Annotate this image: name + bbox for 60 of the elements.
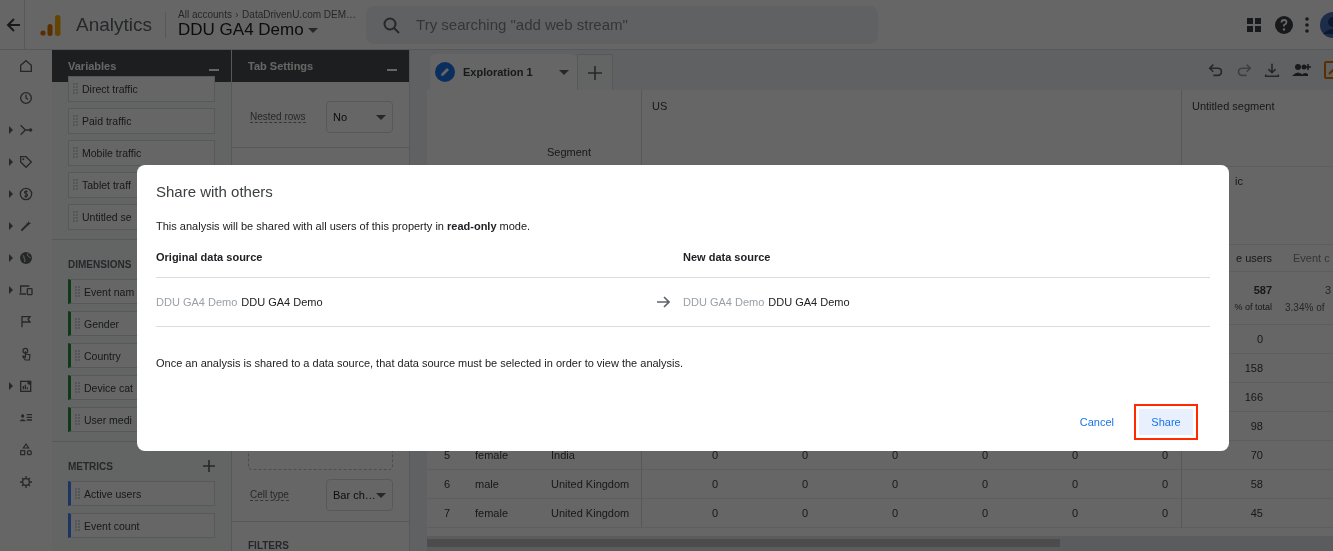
table-cell: 158 (1244, 362, 1263, 374)
table-cell: 0 (801, 507, 808, 519)
table-cell: 0 (1071, 507, 1078, 519)
column-header: ic (1235, 175, 1243, 187)
panel-title: Variables (68, 60, 117, 72)
row-number: 5 (443, 449, 451, 461)
row-number: 7 (443, 507, 451, 519)
source-account: DDU GA4 Demo (156, 296, 238, 308)
table-cell: 0 (981, 478, 988, 490)
section-title: FILTERS (248, 540, 289, 551)
table-cell: 98 (1250, 420, 1263, 432)
table-cell: 0 (801, 478, 808, 490)
table-cell: female (475, 449, 509, 461)
source-property: DDU GA4 Demo (768, 296, 850, 308)
field-label: Nested rows (250, 111, 306, 124)
table-cell: 70 (1250, 449, 1263, 461)
segment-header: Untitled segment (1192, 100, 1275, 112)
source-account: DDU GA4 Demo (683, 296, 765, 308)
total-share: % of total (1234, 302, 1272, 312)
table-cell: female (475, 507, 509, 519)
column-header: Segment (546, 146, 591, 158)
total-value: 3 (1325, 283, 1332, 296)
table-cell: 0 (891, 478, 898, 490)
section-title: DIMENSIONS (68, 258, 132, 270)
table-cell: 58 (1250, 478, 1263, 490)
table-cell: United Kingdom (551, 478, 630, 490)
table-cell: 0 (891, 507, 898, 519)
table-cell: 0 (981, 507, 988, 519)
source-property: DDU GA4 Demo (241, 296, 323, 308)
table-cell: 0 (1256, 333, 1263, 345)
segment-header: US (652, 100, 668, 112)
table-cell: male (475, 478, 499, 490)
product-name: Analytics (76, 13, 153, 36)
table-cell: 0 (711, 449, 718, 461)
table-cell: 45 (1250, 507, 1263, 519)
table-cell: 0 (801, 449, 808, 461)
table-cell: 0 (891, 449, 898, 461)
table-cell: 0 (1161, 478, 1168, 490)
panel-title: Tab Settings (248, 60, 314, 72)
table-cell: 0 (711, 507, 718, 519)
row-number: 6 (443, 478, 451, 490)
total-share: 3.34% of (1285, 301, 1325, 313)
column-header: e users (1236, 252, 1273, 264)
table-cell: 0 (1071, 449, 1078, 461)
section-title: METRICS (68, 460, 113, 472)
dialog-message: This analysis will be shared with all users of this property in read-only mode. (156, 220, 532, 232)
dialog-note: Once an analysis is shared to a data source, that data source must be selected in order to view the analysis. (156, 357, 685, 369)
table-cell: 0 (1071, 478, 1078, 490)
table-cell: India (551, 449, 575, 461)
field-label: Cell type (250, 489, 289, 502)
table-cell: 166 (1244, 391, 1263, 403)
table-cell: United Kingdom (551, 507, 630, 519)
dialog-title: Share with others (156, 183, 274, 200)
table-cell: 0 (711, 478, 718, 490)
column-header: New data source (683, 251, 772, 263)
column-header: Original data source (156, 251, 264, 263)
table-cell: 0 (1161, 507, 1168, 519)
table-cell: 0 (1161, 449, 1168, 461)
table-cell: 0 (981, 449, 988, 461)
total-value: 587 (1253, 284, 1272, 296)
